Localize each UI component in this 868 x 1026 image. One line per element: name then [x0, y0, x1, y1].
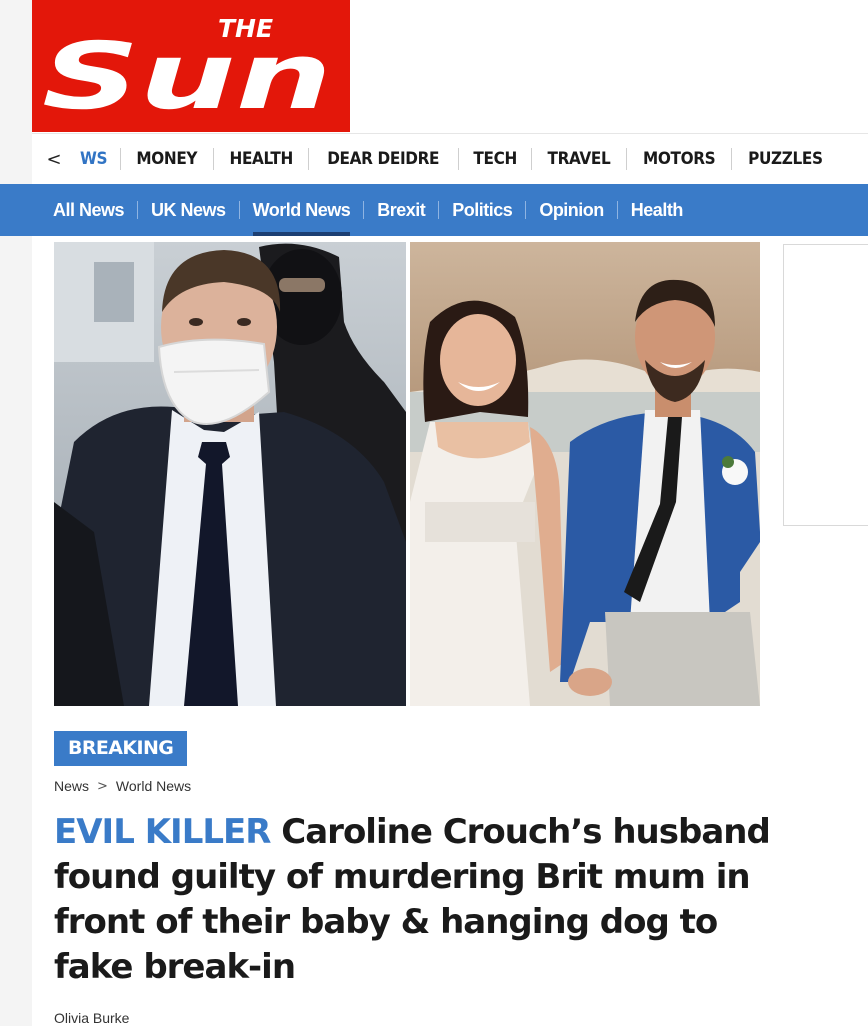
- sub-nav-item-world-news[interactable]: World News: [240, 184, 364, 236]
- headline-kicker: EVIL KILLER: [54, 812, 271, 852]
- chevron-left-icon[interactable]: <: [32, 134, 76, 184]
- article-headline[interactable]: EVIL KILLER Caroline Crouch’s husband fo…: [54, 810, 774, 990]
- sub-nav-item-uk-news[interactable]: UK News: [138, 184, 239, 236]
- logo-big-text: Sun: [42, 23, 332, 130]
- section-nav-item-dear-deidre[interactable]: DEAR DEIDRE: [317, 148, 451, 170]
- nav-divider: [120, 148, 122, 170]
- sub-nav-item-politics[interactable]: Politics: [439, 184, 525, 236]
- nav-divider: [308, 148, 310, 170]
- section-nav-item-money[interactable]: MONEY: [126, 148, 208, 170]
- nav-divider: [530, 148, 532, 170]
- sub-nav-item-opinion[interactable]: Opinion: [526, 184, 616, 236]
- the-sun-logo[interactable]: THE Sun: [32, 0, 350, 132]
- article-photo-husband-in-custody[interactable]: [54, 242, 406, 706]
- section-nav-item-puzzles[interactable]: PUZZLES: [737, 148, 833, 170]
- chevron-right-icon: >: [97, 778, 108, 794]
- nav-divider: [625, 148, 627, 170]
- article-author[interactable]: Olivia Burke: [54, 1010, 129, 1026]
- breadcrumb: News > World News: [54, 778, 191, 794]
- section-nav-item-travel[interactable]: TRAVEL: [537, 148, 622, 170]
- breaking-badge: BREAKING: [54, 731, 188, 766]
- article-photo-wedding-couple[interactable]: [410, 242, 760, 706]
- section-nav-items: WS MONEY HEALTH DEAR DEIDRE TECH TRAVEL MOTORS…: [76, 134, 868, 184]
- section-nav-item-ws[interactable]: WS: [78, 148, 118, 170]
- ad-slot[interactable]: [783, 244, 868, 526]
- section-nav-item-health[interactable]: HEALTH: [218, 148, 303, 170]
- section-nav-item-motors[interactable]: MOTORS: [632, 148, 726, 170]
- sub-nav: All News UK News World News Brexit Politics O…: [0, 184, 868, 236]
- sub-nav-items: All News UK News World News Brexit Politics O…: [40, 184, 868, 236]
- sub-nav-item-brexit[interactable]: Brexit: [364, 184, 438, 236]
- breadcrumb-link-world-news[interactable]: World News: [116, 778, 191, 794]
- breadcrumb-link-news[interactable]: News: [54, 778, 89, 794]
- nav-divider: [212, 148, 214, 170]
- nav-divider: [731, 148, 733, 170]
- section-nav-item-tech[interactable]: TECH: [462, 148, 527, 170]
- sub-nav-item-health[interactable]: Health: [618, 184, 696, 236]
- nav-divider: [457, 148, 459, 170]
- section-nav: < WS MONEY HEALTH DEAR DEIDRE TECH TRAVEL MOTO…: [32, 133, 868, 184]
- sub-nav-item-all-news[interactable]: All News: [40, 184, 137, 236]
- page-gutter: [0, 0, 32, 1026]
